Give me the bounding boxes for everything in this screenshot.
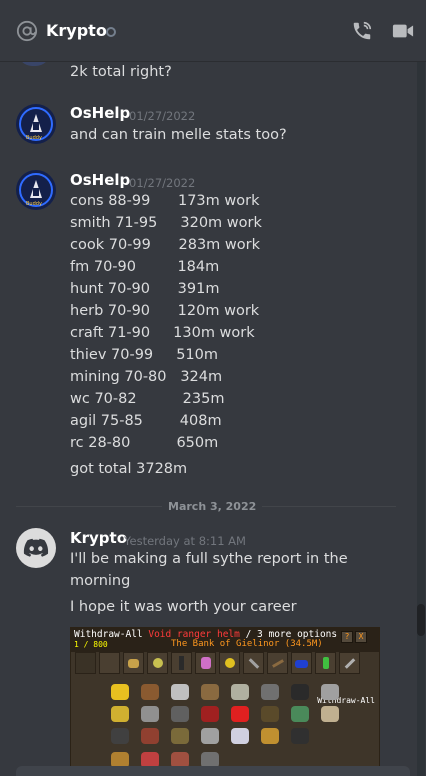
message-line: and can train melle stats too? [70, 127, 287, 143]
scrollbar-thumb[interactable] [417, 604, 425, 636]
bank-tab [171, 652, 192, 674]
message-author[interactable]: Krypto [70, 529, 127, 547]
bank-tab [123, 652, 144, 674]
video-icon[interactable] [392, 22, 414, 40]
message-timestamp: Yesterday at 8:11 AM [124, 534, 246, 548]
bank-item [171, 706, 189, 722]
svg-text:Buddy: Buddy [26, 135, 42, 141]
bank-tab [219, 652, 240, 674]
avatar[interactable]: Buddy [16, 170, 56, 210]
bank-tab [339, 652, 360, 674]
bank-item [201, 684, 219, 700]
message-line: hunt 70-90 391m [70, 281, 220, 297]
discord-logo-icon [23, 538, 49, 557]
message-line: wc 70-82 235m [70, 391, 225, 407]
bank-item [231, 706, 249, 722]
bank-tab [75, 652, 96, 674]
bank-item [141, 684, 159, 700]
bank-tab [243, 652, 264, 674]
bank-tab [291, 652, 312, 674]
bank-item [231, 684, 249, 700]
bank-item [171, 728, 189, 744]
bank-title: The Bank of Gielinor (34.5M) [171, 639, 323, 649]
close-icon: X [355, 631, 367, 643]
help-icon: ? [341, 631, 353, 643]
bank-item [231, 728, 249, 744]
svg-text:Buddy: Buddy [26, 201, 42, 207]
message-line: cons 88-99 173m work [70, 193, 260, 209]
channel-name: Krypto [46, 21, 107, 40]
message-line: 2k total right? [70, 64, 172, 80]
bank-item [171, 684, 189, 700]
bank-item-grid [71, 676, 371, 776]
avatar [18, 62, 50, 66]
bank-header: Withdraw-All Void ranger helm / 3 more o… [71, 628, 379, 652]
message-composer[interactable] [16, 766, 410, 776]
message-line: craft 71-90 130m work [70, 325, 255, 341]
bank-item [291, 684, 309, 700]
bank-item [321, 684, 339, 700]
bank-counter: 1 / 800 [74, 640, 108, 649]
bot-avatar-icon: Buddy [16, 104, 56, 144]
bank-tab [195, 652, 216, 674]
message-line: fm 70-90 184m [70, 259, 220, 275]
message-line: smith 71-95 320m work [70, 215, 262, 231]
message-line: cook 70-99 283m work [70, 237, 261, 253]
message-line: rc 28-80 650m [70, 435, 219, 451]
bank-item [321, 706, 339, 722]
bank-tab [267, 652, 288, 674]
message-list[interactable]: 2k total right? Buddy OsHelp 01/27/2022 … [0, 62, 426, 776]
message-timestamp: 01/27/2022 [129, 109, 196, 123]
image-attachment[interactable]: Withdraw-All Void ranger helm / 3 more o… [70, 627, 380, 776]
bank-item [261, 706, 279, 722]
bank-item [111, 706, 129, 722]
bank-tabs [75, 652, 375, 676]
message-line: I'll be making a full sythe report in th… [70, 551, 348, 567]
message-line: mining 70-80 324m [70, 369, 223, 385]
at-icon [16, 20, 38, 42]
bank-item [111, 684, 129, 700]
message-author[interactable]: OsHelp [70, 171, 130, 189]
bank-item [291, 728, 309, 744]
bank-tab [315, 652, 336, 674]
message-line: agil 75-85 408m [70, 413, 222, 429]
dm-header: Krypto [0, 0, 426, 62]
bank-item [261, 728, 279, 744]
message-line: I hope it was worth your career [70, 599, 297, 615]
bank-tab [99, 652, 120, 674]
message-line: got total 3728m [70, 461, 188, 477]
bank-tab [147, 652, 168, 674]
bank-item [111, 728, 129, 744]
bank-item [141, 728, 159, 744]
status-offline-icon [106, 27, 116, 37]
message-author[interactable]: OsHelp [70, 104, 130, 122]
scrollbar-track[interactable] [417, 62, 425, 776]
bank-item [201, 728, 219, 744]
message-timestamp: 01/27/2022 [129, 176, 196, 190]
message-line: morning [70, 573, 131, 589]
avatar[interactable]: Buddy [16, 104, 56, 144]
bot-avatar-icon: Buddy [16, 170, 56, 210]
bank-window-buttons: ? X [341, 631, 367, 643]
call-icon[interactable] [351, 20, 373, 42]
message-line: herb 70-90 120m work [70, 303, 260, 319]
bank-item [291, 706, 309, 722]
date-divider-label: March 3, 2022 [162, 500, 263, 513]
bank-item [261, 684, 279, 700]
bank-item [201, 706, 219, 722]
avatar[interactable] [16, 528, 56, 568]
message-line: thiev 70-99 510m [70, 347, 218, 363]
bank-item [141, 706, 159, 722]
